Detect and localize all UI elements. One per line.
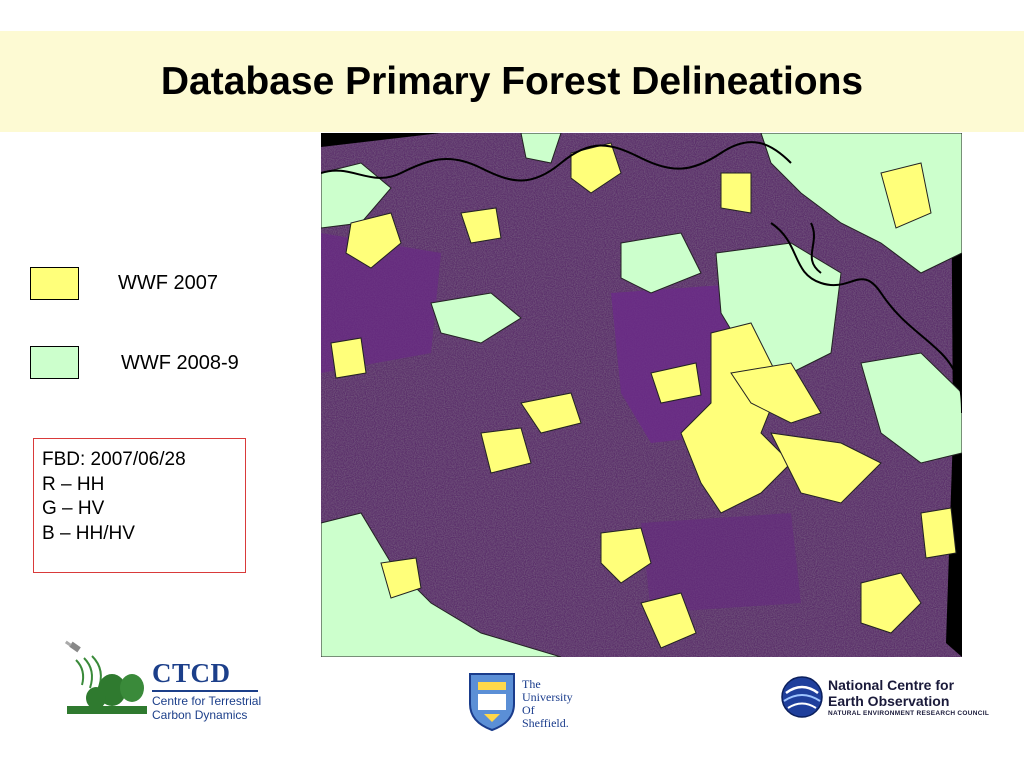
acquisition-info-box: FBD: 2007/06/28 R – HH G – HV B – HH/HV	[33, 438, 246, 573]
ctcd-divider	[152, 690, 258, 692]
page-title: Database Primary Forest Delineations	[160, 59, 864, 103]
ctcd-subtitle-2: Carbon Dynamics	[152, 708, 248, 722]
info-green-channel: G – HV	[42, 498, 105, 519]
legend-swatch-wwf-2008-9	[30, 346, 79, 379]
ctcd-logo: CTCD Centre for Terrestrial Carbon Dynam…	[62, 640, 262, 722]
sheffield-line-4: Sheffield.	[522, 716, 569, 730]
info-red-channel: R – HH	[42, 473, 105, 495]
nceo-logo: National Centre for Earth Observation NA…	[780, 672, 989, 722]
title-band: Database Primary Forest Delineations	[0, 31, 1024, 132]
legend-label-wwf-2007: WWF 2007	[118, 272, 219, 294]
sheffield-logo: The University Of Sheffield.	[458, 668, 600, 736]
legend-swatch-wwf-2007	[30, 267, 79, 300]
info-blue-channel: B – HH/HV	[42, 522, 135, 544]
nceo-line-2: Earth Observation	[828, 693, 950, 709]
ctcd-subtitle-1: Centre for Terrestrial	[152, 694, 262, 708]
sar-forest-map	[321, 133, 962, 657]
university-crest-icon	[469, 673, 515, 732]
satellite-trees-icon	[64, 640, 147, 714]
ctcd-name: CTCD	[152, 658, 231, 688]
globe-swirl-icon	[781, 676, 823, 718]
legend-label-wwf-2008-9: WWF 2008-9	[121, 352, 239, 374]
nceo-line-1: National Centre for	[828, 677, 955, 693]
map-image	[321, 133, 962, 657]
info-date: FBD: 2007/06/28	[42, 449, 186, 470]
nceo-line-3: NATURAL ENVIRONMENT RESEARCH COUNCIL	[828, 710, 990, 717]
